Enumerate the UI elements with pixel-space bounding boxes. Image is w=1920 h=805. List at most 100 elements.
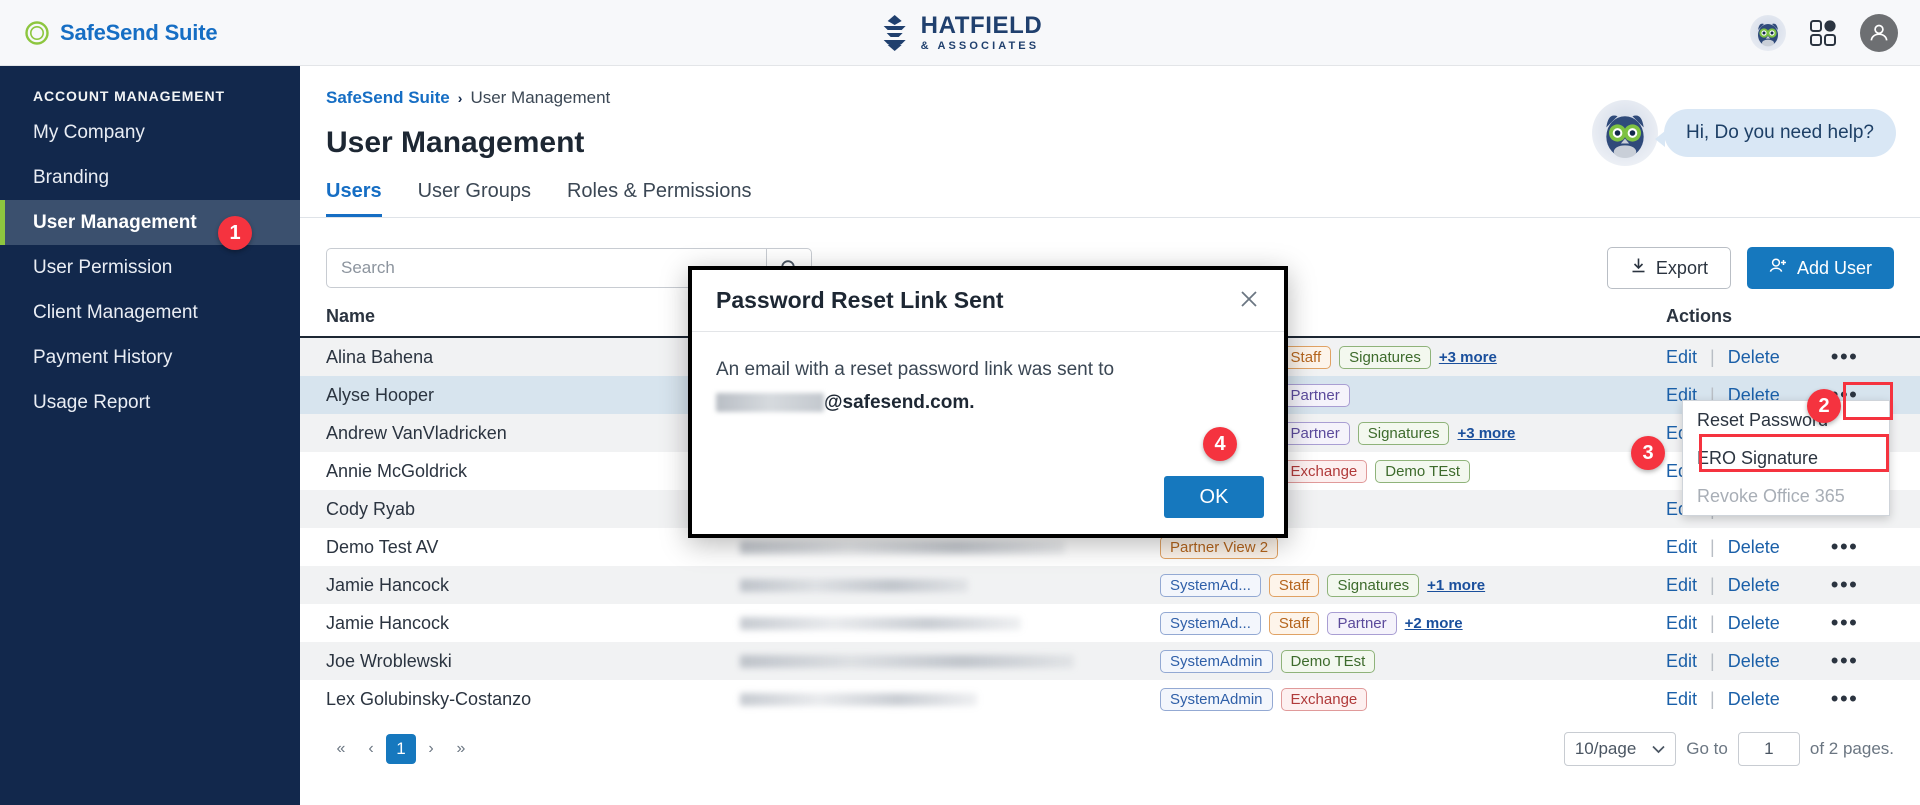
cell-tags: SystemAdmin Demo TEst: [1160, 649, 1590, 673]
delete-button[interactable]: Delete: [1728, 613, 1780, 634]
sidebar-item-user-management[interactable]: User Management: [0, 200, 300, 245]
delete-button[interactable]: Delete: [1728, 689, 1780, 710]
ok-button[interactable]: OK: [1164, 476, 1264, 518]
edit-button[interactable]: Edit: [1666, 613, 1697, 634]
delete-button[interactable]: Delete: [1728, 347, 1780, 368]
ellipsis-icon[interactable]: •••: [1831, 688, 1859, 710]
pagination-first-icon[interactable]: «: [326, 734, 356, 764]
tab-roles-permissions[interactable]: Roles & Permissions: [567, 180, 752, 217]
role-tag[interactable]: Partner: [1280, 421, 1350, 445]
assistant-widget[interactable]: Hi, Do you need help?: [1591, 100, 1896, 166]
user-avatar-icon[interactable]: [1860, 13, 1898, 52]
table-row[interactable]: Joe Wroblewski SystemAdmin Demo TEst Edit | D…: [300, 642, 1920, 680]
export-button[interactable]: Export: [1606, 247, 1731, 289]
pagination-last-icon[interactable]: »: [446, 734, 476, 764]
role-tag[interactable]: Demo TEst: [1375, 459, 1470, 483]
role-tag[interactable]: Partner: [1280, 383, 1350, 407]
company-logo-subtitle: & ASSOCIATES: [920, 39, 1040, 52]
breadcrumb-root-link[interactable]: SafeSend Suite: [326, 88, 450, 108]
role-tag[interactable]: SystemAd...: [1160, 573, 1261, 597]
ellipsis-icon[interactable]: •••: [1831, 346, 1859, 368]
role-tag[interactable]: Partner: [1327, 611, 1397, 635]
role-tag[interactable]: SystemAdmin: [1160, 649, 1273, 673]
ellipsis-icon[interactable]: •••: [1831, 574, 1859, 596]
column-header-name[interactable]: Name: [300, 306, 740, 327]
ellipsis-icon[interactable]: •••: [1831, 650, 1859, 672]
pagination-next-icon[interactable]: ›: [416, 734, 446, 764]
edit-button[interactable]: Edit: [1666, 689, 1697, 710]
role-tag[interactable]: Staff: [1268, 611, 1320, 635]
edit-button[interactable]: Edit: [1666, 537, 1697, 558]
cell-actions: Edit | Delete •••: [1590, 612, 1920, 634]
pagination-page-1[interactable]: 1: [386, 734, 416, 764]
close-icon[interactable]: [1238, 288, 1260, 314]
brand-logo[interactable]: SafeSend Suite: [0, 20, 300, 46]
sidebar-item-payment-history[interactable]: Payment History: [0, 335, 300, 380]
pagination-prev-icon[interactable]: ‹: [356, 734, 386, 764]
table-row[interactable]: Jamie Hancock SystemAd... Staff Signatures +…: [300, 566, 1920, 604]
add-user-button[interactable]: Add User: [1746, 247, 1894, 289]
modal-footer: OK: [1164, 476, 1264, 518]
ellipsis-icon[interactable]: •••: [1831, 536, 1859, 558]
role-tag[interactable]: Staff: [1268, 573, 1320, 597]
delete-button[interactable]: Delete: [1728, 575, 1780, 596]
context-menu-item-ero-signature[interactable]: ERO Signature: [1683, 439, 1889, 477]
role-tag[interactable]: Exchange: [1280, 687, 1368, 711]
more-tags-link[interactable]: +1 more: [1427, 577, 1485, 594]
role-tag[interactable]: Demo TEst: [1280, 649, 1376, 673]
app-grid-icon[interactable]: [1808, 18, 1838, 48]
add-user-icon: [1769, 257, 1788, 279]
cell-actions: Edit | Delete •••: [1590, 346, 1920, 368]
action-separator: |: [1710, 612, 1715, 633]
more-tags-link[interactable]: +2 more: [1405, 615, 1463, 632]
delete-button[interactable]: Delete: [1728, 651, 1780, 672]
page-size-value: 10/page: [1574, 739, 1637, 758]
chevron-down-icon: [1652, 739, 1665, 759]
role-tag[interactable]: Signatures: [1357, 421, 1450, 445]
cell-tags: SystemAd... Staff Partner +2 more: [1160, 611, 1590, 635]
sidebar-item-my-company[interactable]: My Company: [0, 110, 300, 155]
action-separator: |: [1710, 346, 1715, 367]
goto-page-input[interactable]: [1737, 732, 1800, 766]
cell-email-redacted: [740, 654, 1160, 668]
table-row[interactable]: Jamie Hancock SystemAd... Staff Partner +2 m…: [300, 604, 1920, 642]
modal-email-domain: @safesend.com.: [824, 391, 975, 413]
edit-button[interactable]: Edit: [1666, 651, 1697, 672]
tab-label: Roles & Permissions: [566, 180, 752, 202]
company-logo-name: HATFIELD: [920, 11, 1043, 39]
sidebar-item-branding[interactable]: Branding: [0, 155, 300, 200]
tab-users[interactable]: Users: [326, 180, 382, 217]
app-root: SafeSend Suite HATFIELD & ASSOCIATES ACC…: [0, 0, 1920, 805]
assistant-bubble[interactable]: Hi, Do you need help?: [1654, 109, 1896, 157]
role-tag[interactable]: Partner View 2: [1160, 535, 1279, 559]
tab-label: User Groups: [417, 180, 531, 202]
delete-button[interactable]: Delete: [1728, 537, 1780, 558]
sidebar-item-user-permission[interactable]: User Permission: [0, 245, 300, 290]
more-tags-link[interactable]: +3 more: [1457, 425, 1515, 442]
pagination-right: 10/page Go to of 2 pages.: [1563, 732, 1894, 766]
role-tag[interactable]: Exchange: [1280, 459, 1368, 483]
ellipsis-icon[interactable]: •••: [1831, 612, 1859, 634]
tab-user-groups[interactable]: User Groups: [418, 180, 531, 217]
role-tag[interactable]: Signatures: [1339, 345, 1431, 369]
edit-button[interactable]: Edit: [1666, 575, 1697, 596]
modal-message-line1: An email with a reset password link was …: [716, 359, 1115, 380]
table-row[interactable]: Lex Golubinsky-Costanzo SystemAdmin Exchan…: [300, 680, 1920, 718]
role-tag[interactable]: SystemAd...: [1160, 611, 1261, 635]
sidebar-item-client-management[interactable]: Client Management: [0, 290, 300, 335]
cell-actions: Edit | Delete •••: [1590, 688, 1920, 710]
sidebar-item-usage-report[interactable]: Usage Report: [0, 380, 300, 425]
edit-button[interactable]: Edit: [1666, 347, 1697, 368]
page-size-select[interactable]: 10/page: [1563, 732, 1677, 766]
cell-tags: SystemAd... Staff Signatures +1 more: [1160, 573, 1590, 597]
header-actions: [1750, 13, 1898, 52]
owl-assistant-icon[interactable]: [1591, 100, 1658, 166]
context-menu-label: Revoke Office 365: [1697, 485, 1845, 506]
role-tag[interactable]: Staff: [1280, 345, 1332, 369]
role-tag[interactable]: SystemAdmin: [1160, 687, 1273, 711]
role-tag[interactable]: Signatures: [1327, 573, 1420, 597]
owl-assistant-icon[interactable]: [1750, 14, 1786, 51]
breadcrumb-current: User Management: [470, 88, 611, 107]
more-tags-link[interactable]: +3 more: [1439, 349, 1497, 366]
context-menu-item-reset-password[interactable]: Reset Password: [1683, 401, 1889, 439]
